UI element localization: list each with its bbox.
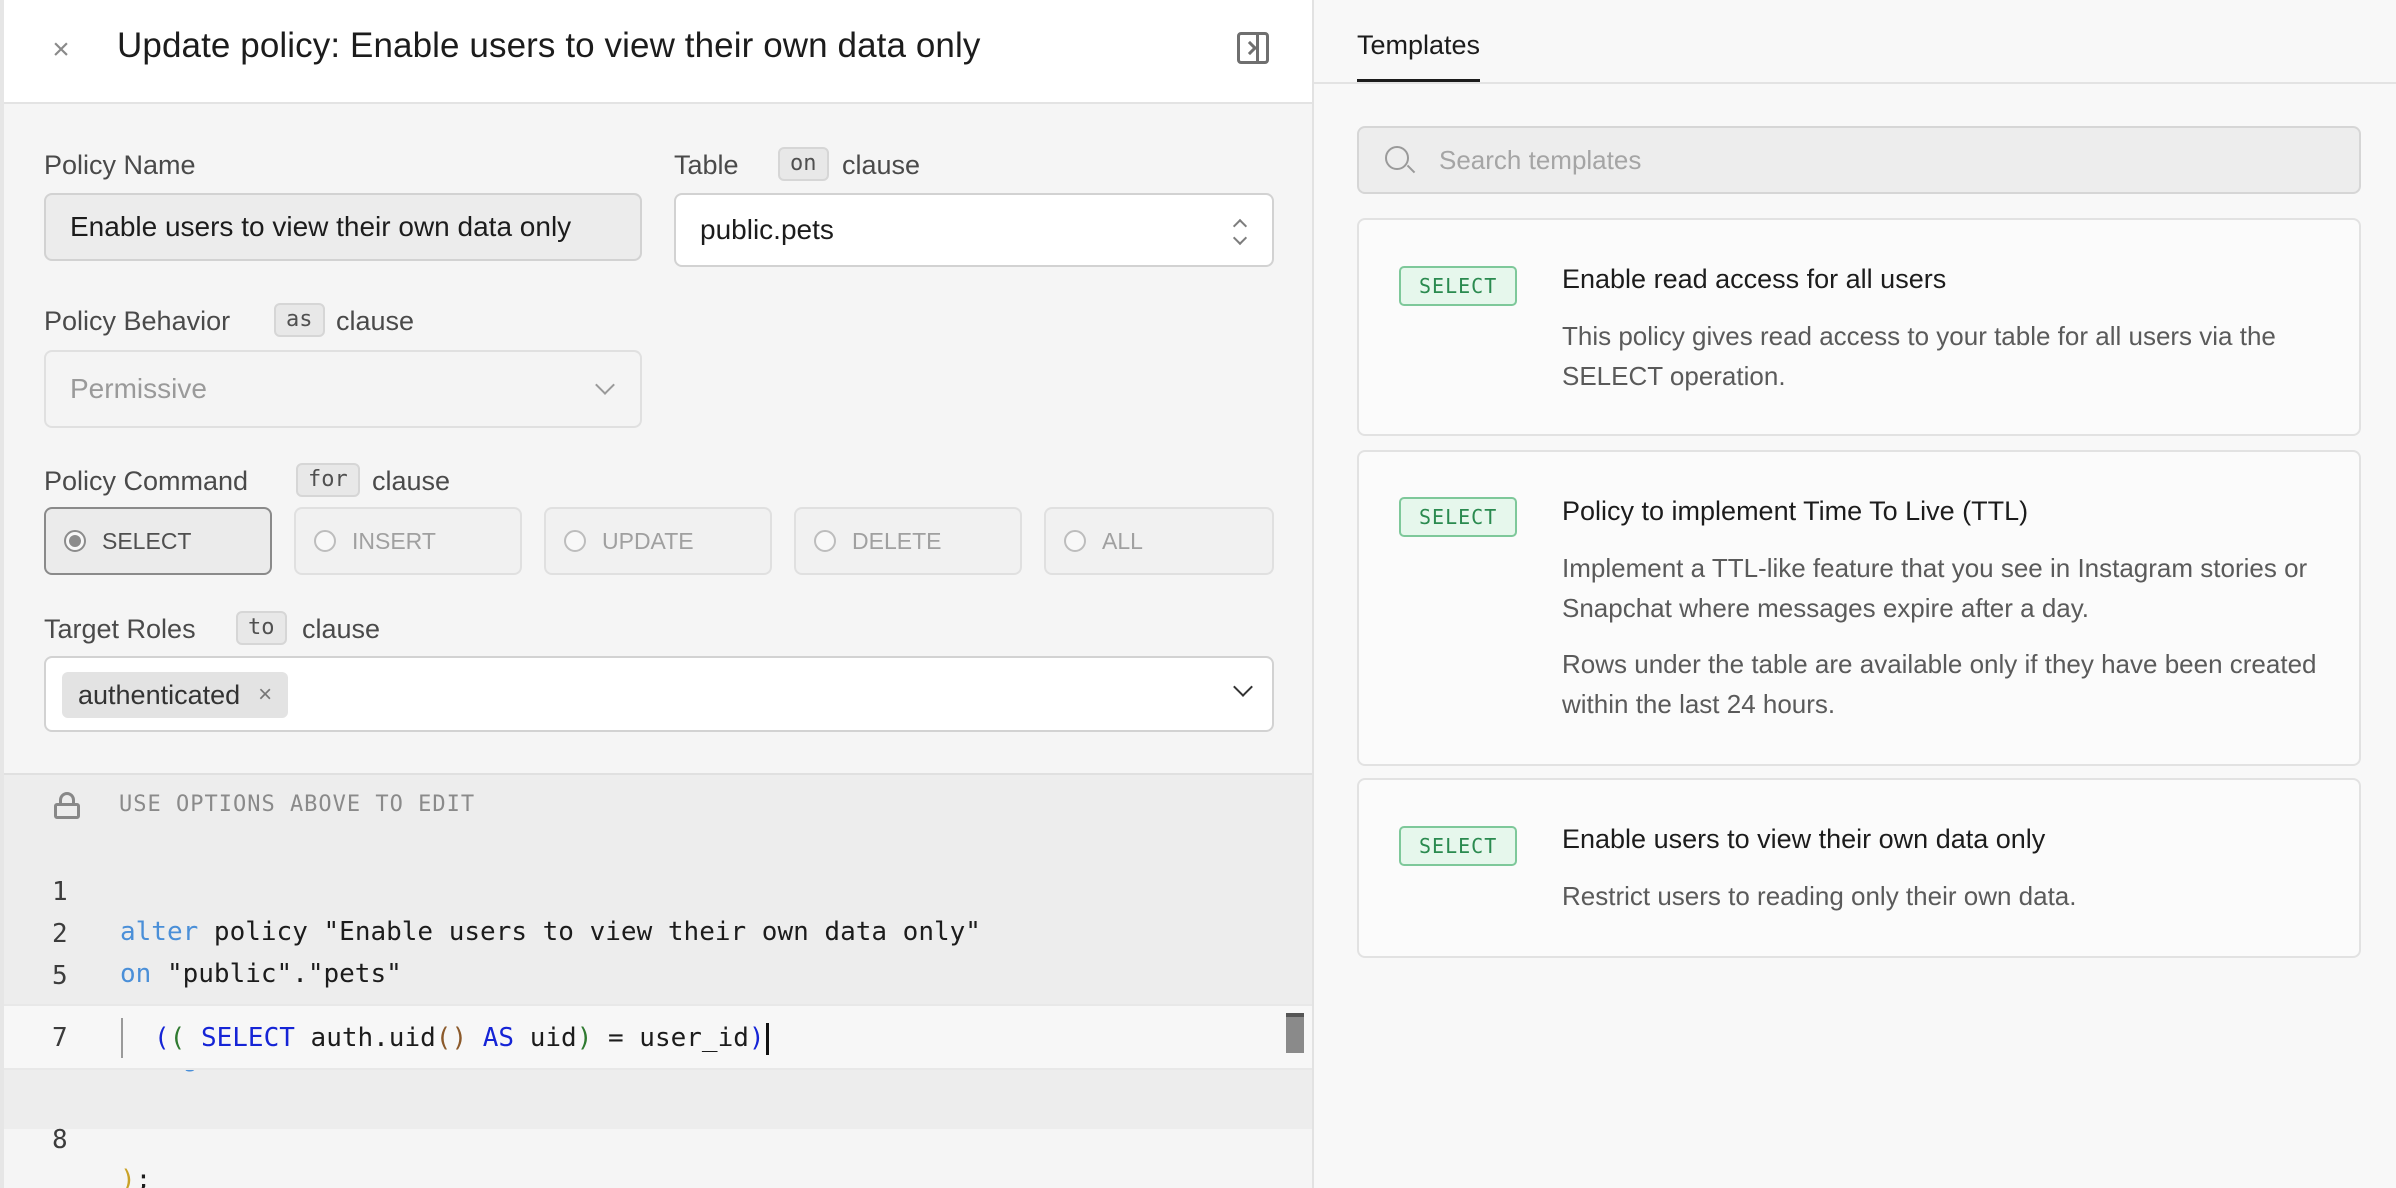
code-line: 2 on "public"."pets" [4,874,1316,989]
text-cursor [765,1022,769,1055]
table-label: Table [674,150,739,180]
radio [1064,530,1086,552]
template-title: Enable read access for all users [1562,264,1947,294]
radio [814,530,836,552]
tab-templates[interactable]: Templates [1357,30,1481,82]
command-badge: SELECT [1399,266,1518,306]
to-keyword-badge: to [236,611,287,645]
command-badge: SELECT [1399,497,1518,537]
indent-guide [121,1018,123,1058]
role-chip-label: authenticated [78,679,241,710]
line-number: 7 [52,1023,68,1053]
for-keyword-badge: for [296,463,360,497]
roles-clause-label: clause [302,614,381,644]
command-option-update[interactable]: UPDATE [544,507,772,575]
table-clause-label: clause [842,150,921,180]
up-down-chevron-icon [1232,219,1248,247]
search-box[interactable] [1357,126,2361,194]
chevron-down-icon[interactable] [1233,677,1253,697]
role-chip: authenticated × [62,672,289,718]
command-option-label: DELETE [852,527,942,554]
template-description: Implement a TTL-like feature that you se… [1562,553,2308,623]
command-option-label: ALL [1102,527,1143,554]
tab-bar: Templates [1314,0,2396,84]
search-input[interactable] [1439,128,2339,192]
behavior-clause-label: clause [336,306,415,336]
radio [314,530,336,552]
policy-name-value: Enable users to view their own data only [70,211,572,242]
command-option-select[interactable]: SELECT [44,507,272,575]
policy-name-label: Policy Name [44,150,196,180]
lock-icon [54,792,80,819]
panel-collapse-icon[interactable] [1237,32,1269,64]
command-option-all[interactable]: ALL [1044,507,1274,575]
command-badge: SELECT [1399,826,1518,866]
chevron-down-icon [595,375,615,395]
radio [564,530,586,552]
code-line: 8 ); [4,1080,1316,1188]
template-title: Enable users to view their own data only [1562,824,2046,854]
table-select-value: public.pets [700,214,834,245]
close-icon[interactable]: × [46,30,76,70]
panel-header: × Update policy: Enable users to view th… [4,0,1316,104]
remove-chip-icon[interactable]: × [258,681,272,709]
code-text-highlighted: (( SELECT auth.uid() AS uid) = user_id) [154,1018,769,1058]
template-description: Restrict users to reading only their own… [1562,881,2077,911]
search-icon [1385,146,1416,174]
code-text: (( SELECT auth.uid() AS uid) = user_id) [154,1023,765,1053]
page-title: Update policy: Enable users to view thei… [117,26,981,65]
command-option-delete[interactable]: DELETE [794,507,1022,575]
template-description: Rows under the table are available only … [1562,649,2317,719]
command-clause-label: clause [372,466,451,496]
command-option-insert[interactable]: INSERT [294,507,522,575]
code-line: 1 alter policy "Enable users to view the… [4,832,1316,947]
command-option-label: INSERT [352,527,436,554]
editor-readonly-note: USE OPTIONS ABOVE TO EDIT [119,792,476,817]
code-text: ); [120,1165,152,1188]
template-card[interactable]: SELECT Policy to implement Time To Live … [1357,450,2361,766]
policy-behavior-label: Policy Behavior [44,306,231,336]
line-number: 8 [52,1125,68,1155]
on-keyword-badge: on [778,147,829,181]
template-description: This policy gives read access to your ta… [1562,321,2276,391]
policy-name-input[interactable]: Enable users to view their own data only [44,193,642,261]
as-keyword-badge: as [274,303,325,337]
templates-panel: Templates SELECT Enable read access for … [1312,0,2396,1188]
command-option-label: SELECT [102,527,192,554]
code-line-active[interactable]: 7 (( SELECT auth.uid() AS uid) = user_id… [4,1004,1316,1070]
policy-command-label: Policy Command [44,466,249,496]
target-roles-label: Target Roles [44,614,196,644]
radio-selected [64,530,86,552]
policy-behavior-value: Permissive [70,373,207,404]
template-title: Policy to implement Time To Live (TTL) [1562,496,2029,526]
command-option-label: UPDATE [602,527,694,554]
code-line: 6 using ( [4,958,1316,1073]
code-line: 5 to authenticated [4,916,1316,1031]
policy-editor-panel: × Update policy: Enable users to view th… [0,0,1316,1188]
editor-scrollbar[interactable] [1286,1013,1304,1053]
template-card[interactable]: SELECT Enable users to view their own da… [1357,778,2361,958]
template-card[interactable]: SELECT Enable read access for all users … [1357,218,2361,436]
table-select[interactable]: public.pets [674,193,1274,267]
policy-behavior-select[interactable]: Permissive [44,350,642,428]
